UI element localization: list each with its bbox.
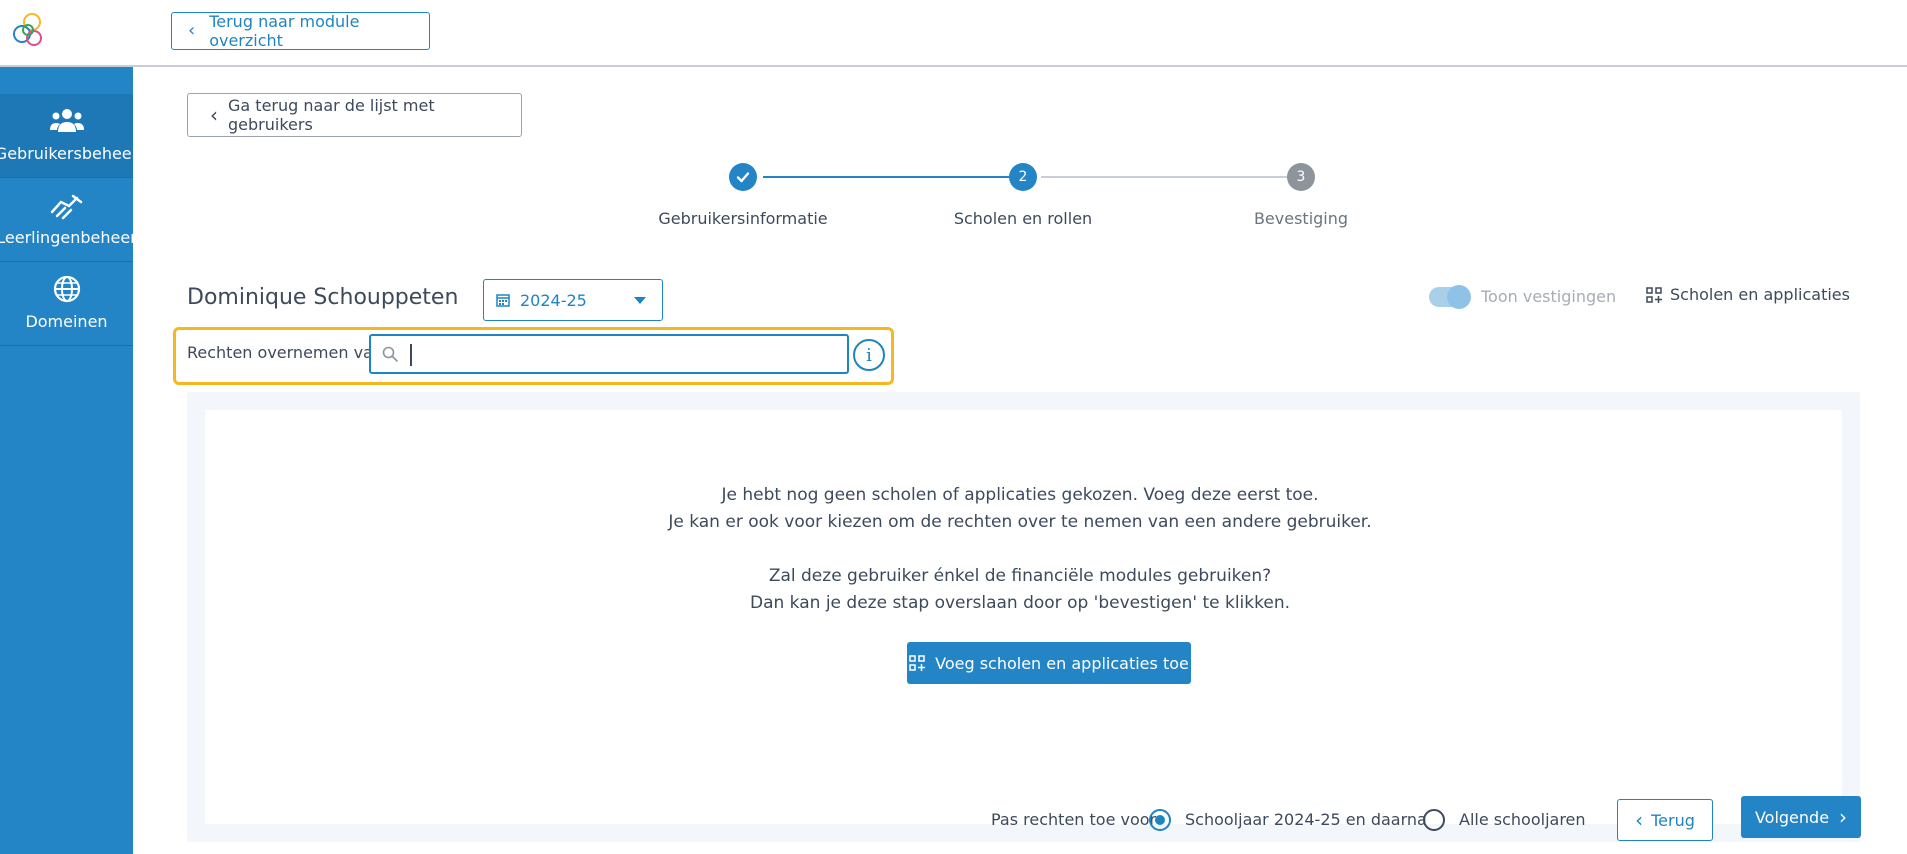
step-2-active[interactable]: 2 [1009, 163, 1037, 191]
empty-state-text: Je hebt nog geen scholen of applicaties … [721, 485, 1319, 505]
next-button-label: Volgende [1754, 807, 1830, 827]
radio-current-year[interactable] [1149, 809, 1171, 831]
add-schools-applications-label: Voeg scholen en applicaties toe [935, 653, 1189, 673]
info-button[interactable]: i [853, 339, 885, 371]
radio-current-year-label: Schooljaar 2024-25 en daarna [1185, 810, 1427, 829]
sidebar-item-domeinen[interactable]: Domeinen [0, 262, 133, 346]
step-label: Scholen en rollen [953, 209, 1093, 228]
toggle-knob [1447, 285, 1471, 309]
schools-applications-label: Scholen en applicaties [1670, 285, 1850, 304]
logo-icon [13, 13, 42, 46]
copy-rights-search[interactable] [369, 334, 849, 374]
sidebar-item-leerlingenbeheer[interactable]: Leerlingenbeheer [0, 178, 137, 262]
chevron-left-icon: ‹ [210, 103, 218, 127]
back-button-label: Terug [1651, 810, 1695, 830]
step-label: Gebruikersinformatie [658, 209, 828, 228]
page-title: Dominique Schouppeten [187, 285, 459, 310]
top-bar: ‹ Terug naar module overzicht [0, 0, 1907, 67]
back-to-user-list-label: Ga terug naar de lijst met gebruikers [228, 96, 435, 134]
sidebar: Gebruikersbeheer Leerlingenbeheer Domein… [0, 67, 138, 854]
calendar-icon [496, 294, 510, 307]
grid-add-icon [909, 655, 926, 671]
step-number: 2 [1018, 169, 1028, 185]
back-to-user-list-button[interactable]: ‹ Ga terug naar de lijst met gebruikers [187, 93, 522, 137]
school-year-select[interactable]: 2024-25 [483, 279, 663, 321]
empty-state-text: Je kan er ook voor kiezen om de rechten … [668, 512, 1372, 532]
sidebar-item-label: Domeinen [25, 312, 108, 331]
step-number: 3 [1296, 169, 1306, 185]
sidebar-item-label: Gebruikersbeheer [0, 144, 139, 163]
search-input[interactable] [407, 340, 837, 368]
back-to-modules-button[interactable]: ‹ Terug naar module overzicht [171, 12, 430, 50]
caret-down-icon [634, 297, 646, 304]
check-icon [736, 172, 750, 183]
next-button[interactable]: Volgende › [1741, 796, 1861, 838]
empty-state-card [205, 410, 1842, 824]
show-branches-toggle[interactable] [1429, 285, 1471, 309]
grid-add-icon [1646, 286, 1662, 303]
schools-applications-link[interactable]: Scholen en applicaties [1646, 285, 1850, 304]
info-icon: i [866, 344, 872, 366]
add-schools-applications-button[interactable]: Voeg scholen en applicaties toe [907, 642, 1191, 684]
step-1-done[interactable] [729, 163, 757, 191]
back-to-modules-label: Terug naar module overzicht [209, 12, 360, 50]
school-year-value: 2024-25 [520, 290, 587, 310]
empty-state-text: Dan kan je deze stap overslaan door op '… [750, 593, 1290, 613]
step-3-todo[interactable]: 3 [1287, 163, 1315, 191]
show-branches-label: Toon vestigingen [1481, 287, 1617, 306]
step-label: Bevestiging [1253, 209, 1349, 228]
users-icon [49, 109, 84, 132]
copy-rights-label: Rechten overnemen van [187, 343, 383, 362]
search-icon [382, 346, 398, 362]
step-connector [763, 176, 1011, 178]
back-button[interactable]: ‹ Terug [1617, 799, 1713, 841]
sidebar-item-gebruikersbeheer[interactable]: Gebruikersbeheer [0, 94, 138, 178]
chevron-left-icon: ‹ [188, 20, 196, 41]
sidebar-item-label: Leerlingenbeheer [0, 228, 137, 247]
radio-all-years-label: Alle schooljaren [1459, 810, 1586, 829]
app: ‹ Terug naar module overzicht Gebruikers… [0, 0, 1907, 854]
globe-icon [53, 275, 80, 303]
apply-rights-label: Pas rechten toe voor [991, 810, 1157, 829]
chevron-left-icon: ‹ [1635, 808, 1644, 832]
radio-all-years[interactable] [1423, 809, 1445, 831]
step-connector [1041, 176, 1291, 178]
chevron-right-icon: › [1839, 805, 1848, 829]
empty-state-text: Zal deze gebruiker énkel de financiële m… [768, 566, 1272, 586]
handshake-icon [50, 194, 82, 220]
main-content: ‹ Ga terug naar de lijst met gebruikers … [133, 69, 1907, 854]
